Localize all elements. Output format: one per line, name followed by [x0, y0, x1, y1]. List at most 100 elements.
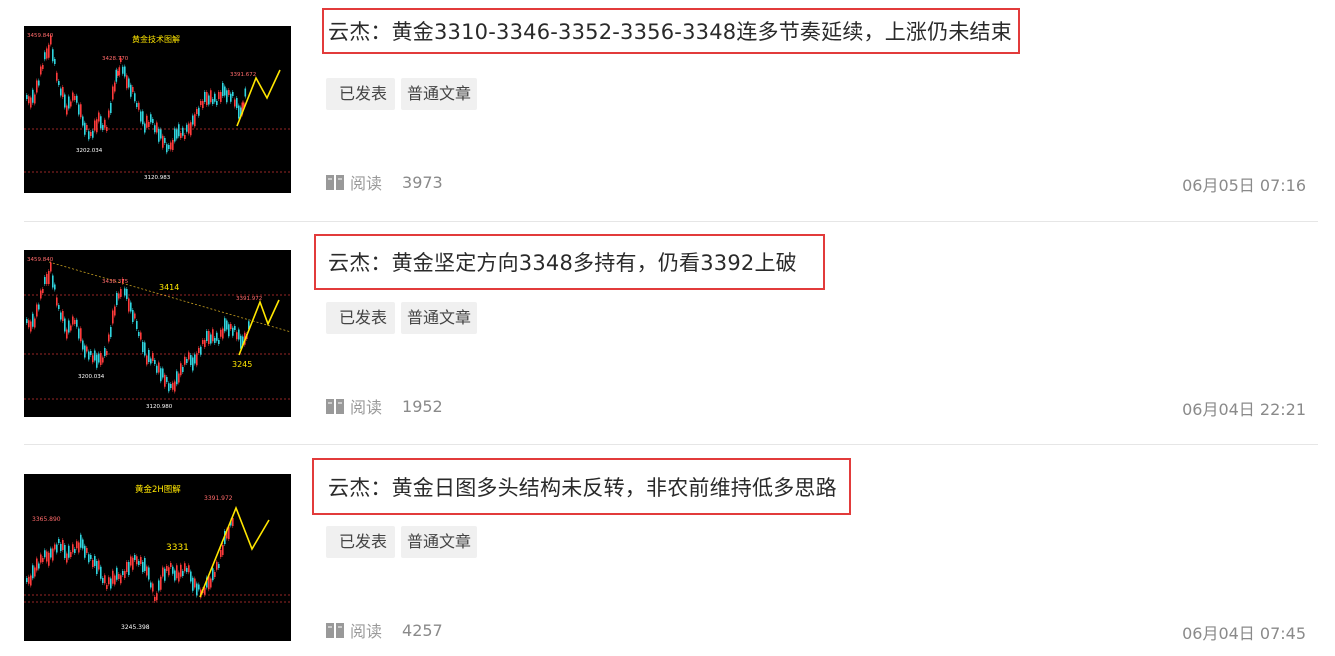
book-icon	[326, 622, 344, 638]
candle-body	[38, 304, 40, 310]
candle-body	[106, 585, 108, 589]
candle-body	[30, 97, 32, 108]
candle-body	[136, 556, 138, 565]
article-title-link[interactable]: 云杰：黄金3310-3346-3352-3356-3348连多节奏延续，上涨仍未…	[328, 16, 1012, 46]
candle-body	[58, 81, 60, 85]
candle-body	[210, 90, 212, 103]
candle-body	[54, 59, 56, 64]
candle-body	[206, 331, 208, 341]
candle-body	[160, 576, 162, 590]
article-title-highlight[interactable]: 云杰：黄金日图多头结构未反转，非农前维持低多思路	[312, 458, 851, 515]
candle-body	[218, 92, 220, 99]
candle-body	[60, 88, 62, 96]
candle-body	[86, 346, 88, 352]
candle-body	[92, 130, 94, 138]
article-title-highlight[interactable]: 云杰：黄金3310-3346-3352-3356-3348连多节奏延续，上涨仍未…	[322, 8, 1020, 54]
candle-body	[156, 365, 158, 373]
candle-body	[36, 558, 38, 571]
chart-label: 3391.672	[230, 72, 256, 78]
candle-body	[96, 119, 98, 133]
candle-body	[168, 145, 170, 149]
publish-date: 06月04日 22:21	[1182, 400, 1306, 419]
candle-body	[80, 534, 82, 548]
candle-body	[228, 90, 230, 95]
candle-body	[66, 105, 68, 115]
candle-body	[26, 578, 28, 582]
candle-body	[140, 111, 142, 122]
candle-body	[194, 354, 196, 364]
candle-body	[202, 101, 204, 108]
candle-body	[96, 354, 98, 368]
candle-body	[46, 274, 48, 284]
candle-body	[36, 304, 38, 317]
candle-body	[54, 284, 56, 290]
candle-body	[220, 550, 222, 557]
article-title-link[interactable]: 云杰：黄金日图多头结构未反转，非农前维持低多思路	[318, 472, 843, 502]
candle-body	[182, 127, 184, 136]
candle-body	[134, 313, 136, 319]
candle-body	[126, 562, 128, 572]
candle-body	[214, 572, 216, 577]
candle-body	[216, 561, 218, 570]
candle-body	[94, 350, 96, 361]
candle-body	[182, 367, 184, 372]
type-tag: 普通文章	[401, 78, 478, 110]
article-item: 3459.840 3438.375 3414 3391.972 3200.034…	[24, 224, 1318, 448]
candle-body	[200, 346, 202, 355]
candle-body	[172, 140, 174, 150]
candle-body	[138, 561, 140, 565]
chart-label: 3428.770	[102, 56, 129, 62]
divider	[24, 444, 1318, 445]
candle-body	[68, 96, 70, 109]
candle-body	[42, 558, 44, 562]
candle-body	[170, 142, 172, 150]
candle-body	[72, 544, 74, 553]
candle-body	[216, 332, 218, 341]
chart-label: 3438.375	[102, 279, 129, 285]
candle-body	[48, 44, 50, 58]
candle-body	[68, 320, 70, 333]
candle-body	[98, 560, 100, 570]
candle-body	[76, 541, 78, 549]
candle-body	[192, 357, 194, 371]
article-thumbnail[interactable]: 黄金技术图解 3459.840 3428.770 3391.672 3202.0…	[24, 26, 291, 193]
candle-body	[50, 548, 52, 558]
candle-body	[26, 95, 28, 99]
candle-body	[38, 80, 40, 86]
candle-body	[142, 562, 144, 572]
status-tag: 已发表	[326, 78, 396, 110]
candle-body	[162, 135, 164, 148]
candle-body	[118, 67, 121, 76]
candle-body	[194, 578, 196, 588]
candle-body	[114, 575, 116, 585]
candle-body	[108, 110, 110, 118]
candle-body	[170, 563, 172, 567]
article-title-link[interactable]: 云杰：黄金坚定方向3348多持有，仍看3392上破	[320, 247, 817, 277]
candle-body	[36, 80, 38, 93]
candle-body	[70, 325, 72, 331]
candle-body	[232, 92, 234, 96]
candle-body	[244, 88, 247, 97]
candle-body	[118, 574, 120, 579]
candle-body	[112, 570, 114, 584]
candle-body	[44, 277, 46, 284]
candle-body	[134, 93, 136, 102]
candle-body	[26, 319, 28, 323]
candle-body	[34, 567, 36, 577]
candle-body	[170, 384, 172, 388]
type-tag: 普通文章	[401, 302, 478, 334]
article-tags: 已发表 普通文章	[326, 526, 478, 558]
candle-body	[186, 124, 188, 132]
article-thumbnail[interactable]: 3459.840 3438.375 3414 3391.972 3200.034…	[24, 250, 291, 417]
candle-body	[80, 104, 82, 118]
candle-body	[50, 262, 52, 272]
candle-body	[44, 550, 46, 558]
candle-body	[118, 293, 120, 299]
candle-body	[222, 328, 224, 339]
chart-label: 3200.034	[78, 374, 105, 380]
article-title-highlight[interactable]: 云杰：黄金坚定方向3348多持有，仍看3392上破	[314, 234, 825, 290]
candle-body	[128, 298, 130, 312]
candle-body	[176, 129, 178, 139]
candle-body	[172, 566, 174, 574]
article-thumbnail[interactable]: 黄金2H图解 3391.972 3365.890 3331 3245.398	[24, 474, 291, 641]
